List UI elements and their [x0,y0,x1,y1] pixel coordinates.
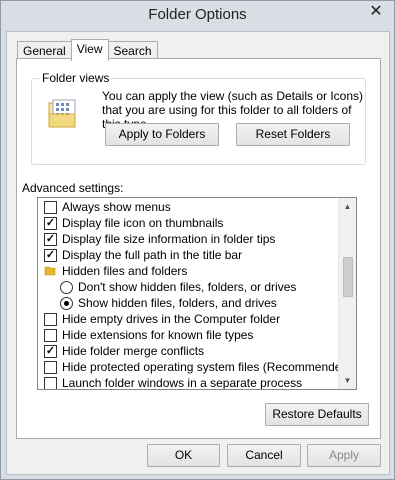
checkbox[interactable]: ✓ [44,345,57,358]
close-icon: ✕ [369,3,383,20]
folder-views-group: Folder views You can apply the view (suc… [31,71,366,165]
item-label: Always show menus [62,200,171,214]
folder-view-icon [48,99,76,128]
item-label: Launch folder windows in a separate proc… [62,376,303,390]
close-button[interactable]: ✕ [363,1,389,21]
checkbox[interactable]: ✓ [44,233,57,246]
title-bar: Folder Options ✕ [1,1,394,31]
checkbox[interactable]: ✓ [44,249,57,262]
item-label: Show hidden files, folders, and drives [78,296,277,310]
item-label: Display file size information in folder … [62,232,276,246]
item-label: Hide empty drives in the Computer folder [62,312,281,326]
scroll-up-icon[interactable]: ▲ [339,198,356,215]
item-label: Hide extensions for known file types [62,328,254,342]
checkbox[interactable] [44,377,57,389]
tab-view[interactable]: View [70,39,109,61]
reset-folders-button[interactable]: Reset Folders [236,123,350,146]
view-tab-panel: Folder views You can apply the view (suc… [16,58,381,439]
apply-button[interactable]: Apply [307,444,381,467]
vertical-scrollbar[interactable]: ▲ ▼ [338,198,356,389]
ok-button[interactable]: OK [147,444,220,467]
radio-button[interactable] [60,281,73,294]
checkbox[interactable] [44,313,57,326]
checkbox[interactable] [44,361,57,374]
checkbox[interactable] [44,201,57,214]
checkbox[interactable]: ✓ [44,217,57,230]
item-label: Hide folder merge conflicts [62,344,205,358]
item-label: Don't show hidden files, folders, or dri… [78,280,297,294]
scroll-down-icon[interactable]: ▼ [339,372,356,389]
folder-options-dialog: Folder Options ✕ General View Search Fol… [0,0,395,480]
item-label: Display file icon on thumbnails [62,216,224,230]
window-title: Folder Options [148,6,247,23]
cancel-button[interactable]: Cancel [227,444,301,467]
scroll-thumb[interactable] [343,257,353,297]
folder-views-label: Folder views [40,71,112,85]
restore-defaults-button[interactable]: Restore Defaults [265,403,369,426]
apply-to-folders-button[interactable]: Apply to Folders [105,123,219,146]
radio-button[interactable] [60,297,73,310]
checkbox[interactable] [44,329,57,342]
item-label: Hide protected operating system files (R… [62,360,353,374]
item-label: Hidden files and folders [62,264,188,278]
item-label: Display the full path in the title bar [62,248,243,262]
tab-strip: General View Search [17,39,158,61]
folder-icon [44,266,56,276]
dialog-body: General View Search Folder views You can… [6,31,390,475]
advanced-settings-list[interactable]: Always show menus ✓ Display file icon on… [37,197,357,390]
advanced-settings-label: Advanced settings: [22,181,124,195]
